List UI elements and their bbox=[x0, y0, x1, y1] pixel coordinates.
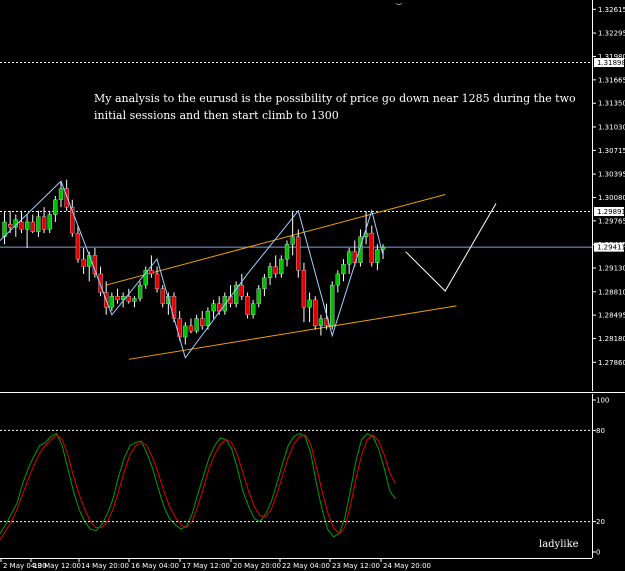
trading-chart: 1.326151.322951.319801.316651.313501.310… bbox=[0, 0, 625, 570]
bear-candle bbox=[30, 221, 35, 232]
bear-candle bbox=[313, 299, 318, 327]
bear-candle bbox=[301, 270, 307, 308]
bull-candle bbox=[132, 298, 137, 302]
bear-candle bbox=[7, 224, 13, 228]
time-tick-label: 22 May 04:00 bbox=[282, 562, 330, 570]
price-label-text: 1.31898 bbox=[597, 59, 625, 67]
price-tick-label: 1.32295 bbox=[598, 30, 625, 38]
price-tick-label: 1.31030 bbox=[598, 123, 625, 131]
bear-candle bbox=[154, 273, 160, 289]
time-tick-label: 23 May 12:00 bbox=[332, 562, 380, 570]
bear-candle bbox=[239, 284, 244, 297]
bull-candle bbox=[137, 284, 143, 299]
bull-candle bbox=[194, 318, 199, 332]
bull-candle bbox=[307, 299, 312, 308]
bull-candle bbox=[375, 249, 380, 263]
bear-candle bbox=[41, 216, 47, 230]
time-tick-label: 13 May 12:00 bbox=[33, 562, 81, 570]
stoch-tick-label: 20 bbox=[596, 518, 605, 526]
time-axis-ticks: 2 May 04:0013 May 12:00 14 May 20:00 16 Ma… bbox=[0, 558, 431, 570]
bear-candle bbox=[273, 266, 278, 275]
stoch-tick-label: 100 bbox=[596, 397, 609, 405]
bull-candle bbox=[53, 199, 58, 215]
bull-candle bbox=[341, 264, 346, 275]
price-label-text: 1.29411 bbox=[597, 244, 625, 252]
bear-candle bbox=[81, 258, 86, 267]
price-tick-label: 1.27860 bbox=[598, 359, 625, 367]
price-tick-label: 1.30395 bbox=[598, 171, 625, 179]
price-tick-label: 1.28810 bbox=[598, 288, 625, 296]
bear-candle bbox=[245, 296, 250, 315]
time-tick-label: 14 May 20:00 bbox=[81, 562, 129, 570]
stoch-tick-label: 80 bbox=[596, 427, 605, 435]
bull-candle bbox=[346, 251, 352, 265]
bull-candle bbox=[256, 288, 261, 304]
bull-candle bbox=[330, 284, 335, 327]
time-tick-label: 24 May 20:00 bbox=[383, 562, 431, 570]
bull-candle bbox=[318, 318, 324, 327]
bear-candle bbox=[115, 296, 120, 301]
bull-candle bbox=[335, 273, 341, 286]
bull-candle bbox=[211, 303, 216, 312]
bear-candle bbox=[160, 288, 165, 304]
price-tick-label: 1.32615 bbox=[598, 6, 625, 14]
price-tick-label: 1.28180 bbox=[598, 335, 625, 343]
price-tick-label: 1.28495 bbox=[598, 312, 625, 320]
bull-candle bbox=[36, 216, 41, 232]
price-tick-label: 1.29765 bbox=[598, 217, 625, 225]
bull-candle bbox=[24, 221, 30, 230]
time-tick-label: 16 May 04:00 bbox=[131, 562, 179, 570]
bear-candle bbox=[19, 221, 24, 230]
bull-candle bbox=[250, 303, 256, 315]
price-tick-label: 1.30715 bbox=[598, 147, 625, 155]
annotation-line-1: My analysis to the eurusd is the possibi… bbox=[94, 92, 576, 105]
bull-candle bbox=[58, 188, 64, 200]
bull-candle bbox=[47, 214, 52, 230]
price-tick-label: 1.29130 bbox=[598, 265, 625, 273]
bull-candle bbox=[205, 310, 211, 327]
time-tick-label: 17 May 12:00 bbox=[182, 562, 230, 570]
bull-candle bbox=[183, 325, 188, 338]
bull-candle bbox=[284, 244, 290, 260]
time-tick-label: 20 May 20:00 bbox=[233, 562, 281, 570]
stoch-tick-label: 0 bbox=[596, 549, 600, 557]
annotation-line-2: initial sessions and then start climb to… bbox=[94, 109, 339, 122]
bull-candle bbox=[267, 266, 273, 278]
bull-candle bbox=[262, 277, 267, 289]
bull-candle bbox=[290, 236, 295, 245]
bull-candle bbox=[109, 296, 114, 308]
stochastic-pane[interactable] bbox=[0, 394, 592, 558]
bull-candle bbox=[87, 255, 92, 267]
bull-candle bbox=[279, 258, 284, 275]
bear-candle bbox=[149, 270, 154, 275]
price-tick-label: 1.31350 bbox=[598, 100, 625, 108]
bear-candle bbox=[126, 296, 131, 302]
bear-candle bbox=[188, 325, 194, 332]
bear-candle bbox=[296, 236, 301, 271]
top-marker: ‿ bbox=[395, 0, 402, 5]
signature: ladylike bbox=[539, 539, 579, 550]
bear-candle bbox=[75, 232, 81, 260]
bear-candle bbox=[369, 232, 374, 263]
price-tick-label: 1.30080 bbox=[598, 194, 625, 202]
price-label-text: 1.29891 bbox=[597, 208, 625, 216]
bear-candle bbox=[200, 318, 205, 327]
price-tick-label: 1.31665 bbox=[598, 76, 625, 84]
